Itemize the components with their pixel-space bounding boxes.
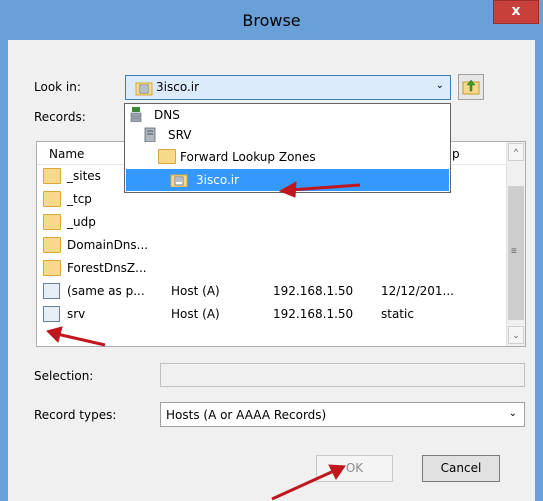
annotation-arrow-icon bbox=[271, 464, 346, 501]
annotation-arrow-icon bbox=[278, 181, 361, 198]
annotation-overlay bbox=[46, 181, 361, 501]
annotation-arrow-icon bbox=[46, 326, 106, 347]
browse-dialog: Browse x Look in: 3isco.ir ⌄ Records: Na… bbox=[0, 0, 543, 501]
